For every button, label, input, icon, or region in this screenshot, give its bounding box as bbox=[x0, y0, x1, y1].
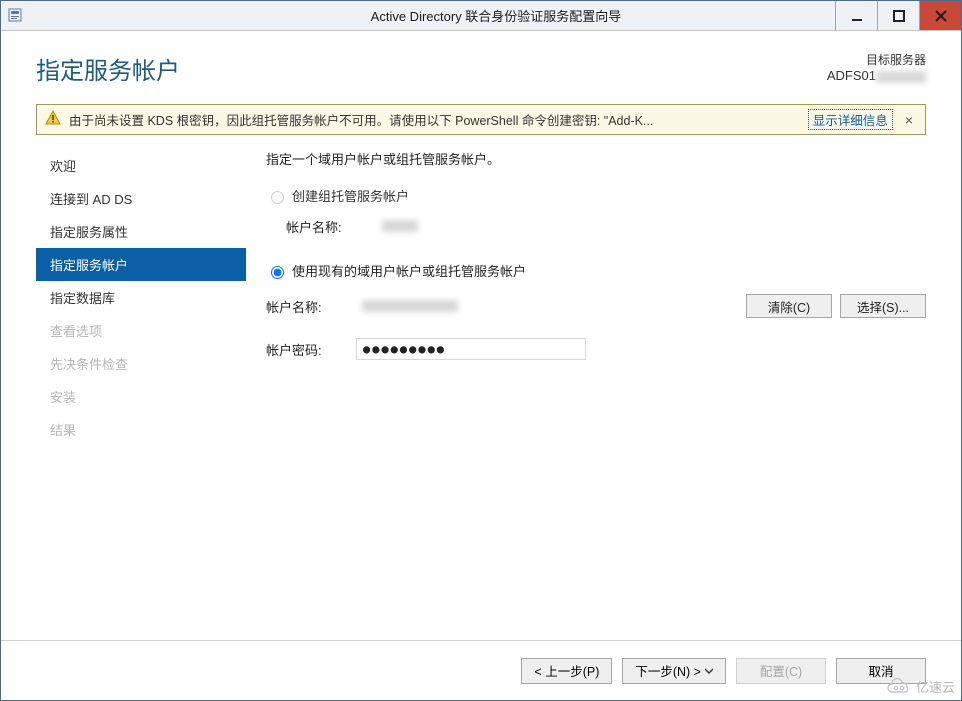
app-icon bbox=[7, 7, 25, 25]
dropdown-icon bbox=[705, 667, 713, 675]
nav-item-connect-adds[interactable]: 连接到 AD DS bbox=[36, 182, 246, 215]
window-title: Active Directory 联合身份验证服务配置向导 bbox=[31, 6, 961, 25]
close-button[interactable] bbox=[919, 1, 961, 30]
warning-icon bbox=[45, 110, 61, 129]
target-server-value: ADFS01 bbox=[827, 68, 926, 83]
warning-close-icon[interactable]: × bbox=[901, 112, 917, 128]
main-content: 指定一个域用户帐户或组托管服务帐户。 创建组托管服务帐户 帐户名称: 使用现有的… bbox=[246, 149, 926, 640]
radio-use-existing[interactable] bbox=[271, 266, 284, 279]
nav-item-prereq: 先决条件检查 bbox=[36, 347, 246, 380]
footer: < 上一步(P) 下一步(N) > 配置(C) 取消 bbox=[1, 640, 961, 700]
create-name-value bbox=[376, 215, 576, 237]
show-detail-link[interactable]: 显示详细信息 bbox=[808, 109, 893, 130]
back-button[interactable]: < 上一步(P) bbox=[521, 658, 612, 684]
configure-button: 配置(C) bbox=[736, 658, 826, 684]
password-input[interactable]: ●●●●●●●●● bbox=[356, 338, 586, 360]
create-name-field: 帐户名称: bbox=[286, 215, 926, 237]
existing-name-field: 帐户名称: 清除(C) 选择(S)... bbox=[266, 294, 926, 318]
warning-message: 由于尚未设置 KDS 根密钥，因此组托管服务帐户不可用。请使用以下 PowerS… bbox=[69, 110, 800, 129]
nav-item-review: 查看选项 bbox=[36, 314, 246, 347]
select-button[interactable]: 选择(S)... bbox=[840, 294, 926, 318]
radio-create-gmsa bbox=[271, 191, 284, 204]
header: 指定服务帐户 目标服务器 ADFS01 bbox=[1, 31, 961, 96]
warning-bar: 由于尚未设置 KDS 根密钥，因此组托管服务帐户不可用。请使用以下 PowerS… bbox=[36, 104, 926, 135]
body: 欢迎 连接到 AD DS 指定服务属性 指定服务帐户 指定数据库 查看选项 先决… bbox=[1, 135, 961, 640]
nav-item-service-account[interactable]: 指定服务帐户 bbox=[36, 248, 246, 281]
nav-item-results: 结果 bbox=[36, 413, 246, 446]
nav-item-welcome[interactable]: 欢迎 bbox=[36, 149, 246, 182]
label-use-existing: 使用现有的域用户帐户或组托管服务帐户 bbox=[292, 261, 526, 280]
option-use-existing[interactable]: 使用现有的域用户帐户或组托管服务帐户 bbox=[266, 261, 926, 280]
next-button[interactable]: 下一步(N) > bbox=[622, 658, 726, 684]
maximize-button[interactable] bbox=[877, 1, 919, 30]
page-title: 指定服务帐户 bbox=[36, 51, 180, 86]
option-create-gmsa[interactable]: 创建组托管服务帐户 bbox=[266, 186, 926, 205]
existing-name-value bbox=[356, 295, 738, 317]
instruction: 指定一个域用户帐户或组托管服务帐户。 bbox=[266, 149, 926, 168]
titlebar: Active Directory 联合身份验证服务配置向导 bbox=[1, 1, 961, 31]
target-server-label: 目标服务器 bbox=[827, 51, 926, 68]
target-server-block: 目标服务器 ADFS01 bbox=[827, 51, 926, 83]
window-buttons bbox=[835, 1, 961, 30]
label-create-gmsa: 创建组托管服务帐户 bbox=[292, 186, 409, 205]
nav-item-install: 安装 bbox=[36, 380, 246, 413]
existing-password-label: 帐户密码: bbox=[266, 340, 356, 359]
wizard-window: Active Directory 联合身份验证服务配置向导 指定服务帐户 目标服… bbox=[0, 0, 962, 701]
sidebar-nav: 欢迎 连接到 AD DS 指定服务属性 指定服务帐户 指定数据库 查看选项 先决… bbox=[36, 149, 246, 640]
nav-item-database[interactable]: 指定数据库 bbox=[36, 281, 246, 314]
cancel-button[interactable]: 取消 bbox=[836, 658, 926, 684]
next-button-label: 下一步(N) > bbox=[635, 661, 701, 680]
nav-item-service-properties[interactable]: 指定服务属性 bbox=[36, 215, 246, 248]
clear-button[interactable]: 清除(C) bbox=[746, 294, 832, 318]
minimize-button[interactable] bbox=[835, 1, 877, 30]
existing-password-field: 帐户密码: ●●●●●●●●● bbox=[266, 338, 926, 360]
existing-name-label: 帐户名称: bbox=[266, 297, 356, 316]
create-name-label: 帐户名称: bbox=[286, 217, 376, 236]
